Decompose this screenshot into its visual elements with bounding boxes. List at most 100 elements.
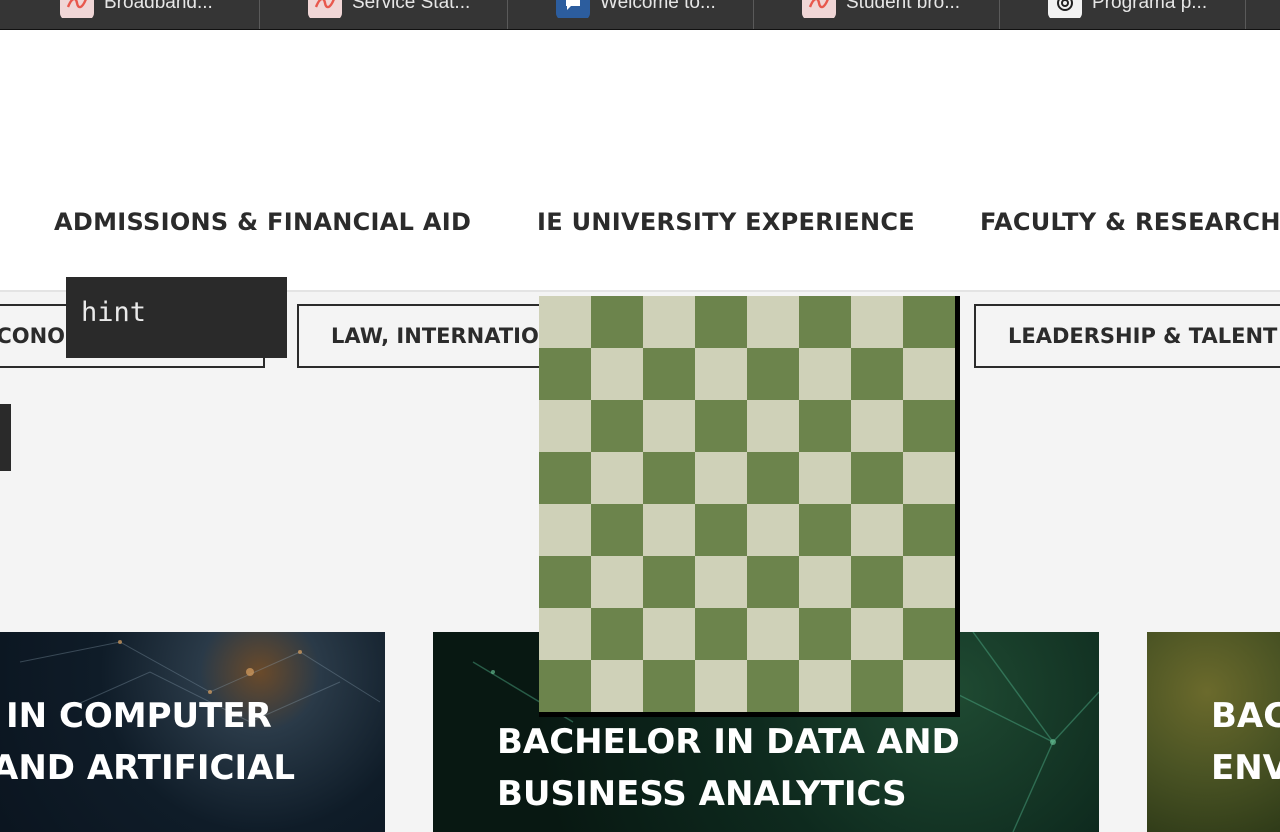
chessboard-square[interactable] [903, 504, 955, 556]
chessboard-square[interactable] [539, 452, 591, 504]
filter-chip-label: LEADERSHIP & TALENT [1008, 324, 1278, 348]
chessboard-square[interactable] [799, 348, 851, 400]
chessboard-square[interactable] [643, 452, 695, 504]
chessboard-square[interactable] [747, 660, 799, 712]
chessboard-square[interactable] [747, 400, 799, 452]
chessboard-square[interactable] [799, 296, 851, 348]
chessboard-square[interactable] [695, 660, 747, 712]
chessboard-square[interactable] [851, 452, 903, 504]
browser-tab-label: Service Stat... [352, 0, 471, 13]
adobe-icon [802, 0, 836, 18]
chessboard-square[interactable] [799, 400, 851, 452]
chessboard-square[interactable] [747, 504, 799, 556]
openai-icon [1048, 0, 1082, 18]
chessboard-overlay[interactable] [539, 296, 960, 717]
chessboard-square[interactable] [799, 504, 851, 556]
chessboard-square[interactable] [695, 400, 747, 452]
chessboard-square[interactable] [747, 348, 799, 400]
chessboard-square[interactable] [695, 348, 747, 400]
chessboard-square[interactable] [903, 608, 955, 660]
browser-tab-label: Student bro... [846, 0, 961, 13]
adobe-icon [308, 0, 342, 18]
chessboard-square[interactable] [695, 504, 747, 556]
chessboard-square[interactable] [903, 400, 955, 452]
browser-tab[interactable]: Service Stat... [308, 0, 503, 18]
chessboard-square[interactable] [539, 296, 591, 348]
chessboard-square[interactable] [799, 452, 851, 504]
browser-tab[interactable]: Programa p... [1048, 0, 1240, 18]
chessboard-square[interactable] [539, 400, 591, 452]
nav-item-admissions[interactable]: ADMISSIONS & FINANCIAL AID [54, 208, 471, 236]
chessboard-square[interactable] [799, 556, 851, 608]
chessboard-square[interactable] [747, 452, 799, 504]
chessboard[interactable] [539, 296, 955, 712]
chessboard-square[interactable] [591, 504, 643, 556]
program-title-line: BACHELOR IN DATA AND [497, 722, 960, 762]
chessboard-square[interactable] [539, 660, 591, 712]
chessboard-square[interactable] [799, 608, 851, 660]
chessboard-square[interactable] [643, 348, 695, 400]
browser-tab-label: Programa p... [1092, 0, 1208, 13]
browser-tab[interactable]: Broadband... [60, 0, 255, 18]
program-title-line: BUSINESS ANALYTICS [497, 774, 907, 814]
tab-divider [999, 0, 1000, 29]
chessboard-square[interactable] [851, 348, 903, 400]
chat-bubble-icon [556, 0, 590, 18]
chessboard-square[interactable] [851, 556, 903, 608]
program-title-line: ENV [1211, 748, 1280, 788]
chessboard-square[interactable] [591, 608, 643, 660]
chessboard-square[interactable] [851, 660, 903, 712]
hint-text: hint [81, 297, 147, 328]
chessboard-square[interactable] [539, 348, 591, 400]
chessboard-square[interactable] [903, 452, 955, 504]
chessboard-square[interactable] [695, 296, 747, 348]
program-title-line: IN COMPUTER [6, 696, 272, 736]
program-card[interactable]: BAC ENV [1147, 632, 1280, 832]
filter-chip-leadership[interactable]: LEADERSHIP & TALENT [974, 304, 1280, 368]
chessboard-square[interactable] [903, 348, 955, 400]
filter-chip-law[interactable]: LAW, INTERNATIONAL [297, 304, 557, 368]
chessboard-square[interactable] [591, 348, 643, 400]
nav-item-university-experience[interactable]: IE UNIVERSITY EXPERIENCE [537, 208, 915, 236]
site-header: ADMISSIONS & FINANCIAL AID IE UNIVERSITY… [0, 30, 1280, 292]
chessboard-square[interactable] [799, 660, 851, 712]
filter-chip-label: LAW, INTERNATIONAL [331, 324, 555, 348]
tab-divider [1245, 0, 1246, 29]
adobe-icon [60, 0, 94, 18]
chessboard-square[interactable] [539, 504, 591, 556]
chessboard-square[interactable] [851, 296, 903, 348]
program-card[interactable]: IN COMPUTER AND ARTIFICIAL [0, 632, 385, 832]
chessboard-square[interactable] [903, 660, 955, 712]
chessboard-square[interactable] [851, 504, 903, 556]
tab-divider [507, 0, 508, 29]
hint-tooltip: hint [66, 277, 287, 358]
chessboard-square[interactable] [643, 504, 695, 556]
browser-tab[interactable]: Welcome to... [556, 0, 748, 18]
chessboard-square[interactable] [643, 400, 695, 452]
chessboard-square[interactable] [591, 452, 643, 504]
nav-item-faculty-research[interactable]: FACULTY & RESEARCH [980, 208, 1280, 236]
chessboard-square[interactable] [643, 660, 695, 712]
chessboard-square[interactable] [643, 296, 695, 348]
chessboard-square[interactable] [591, 556, 643, 608]
chessboard-square[interactable] [747, 556, 799, 608]
chessboard-square[interactable] [695, 556, 747, 608]
chessboard-square[interactable] [903, 296, 955, 348]
chessboard-square[interactable] [591, 296, 643, 348]
scroll-control[interactable] [0, 404, 11, 471]
chessboard-square[interactable] [591, 660, 643, 712]
chessboard-square[interactable] [591, 400, 643, 452]
browser-tab[interactable]: Student bro... [802, 0, 994, 18]
chessboard-square[interactable] [747, 296, 799, 348]
program-title-line: AND ARTIFICIAL [0, 748, 296, 788]
chessboard-square[interactable] [851, 608, 903, 660]
chessboard-square[interactable] [695, 608, 747, 660]
chessboard-square[interactable] [643, 608, 695, 660]
chessboard-square[interactable] [539, 556, 591, 608]
chessboard-square[interactable] [851, 400, 903, 452]
chessboard-square[interactable] [643, 556, 695, 608]
chessboard-square[interactable] [747, 608, 799, 660]
chessboard-square[interactable] [903, 556, 955, 608]
chessboard-square[interactable] [539, 608, 591, 660]
chessboard-square[interactable] [695, 452, 747, 504]
